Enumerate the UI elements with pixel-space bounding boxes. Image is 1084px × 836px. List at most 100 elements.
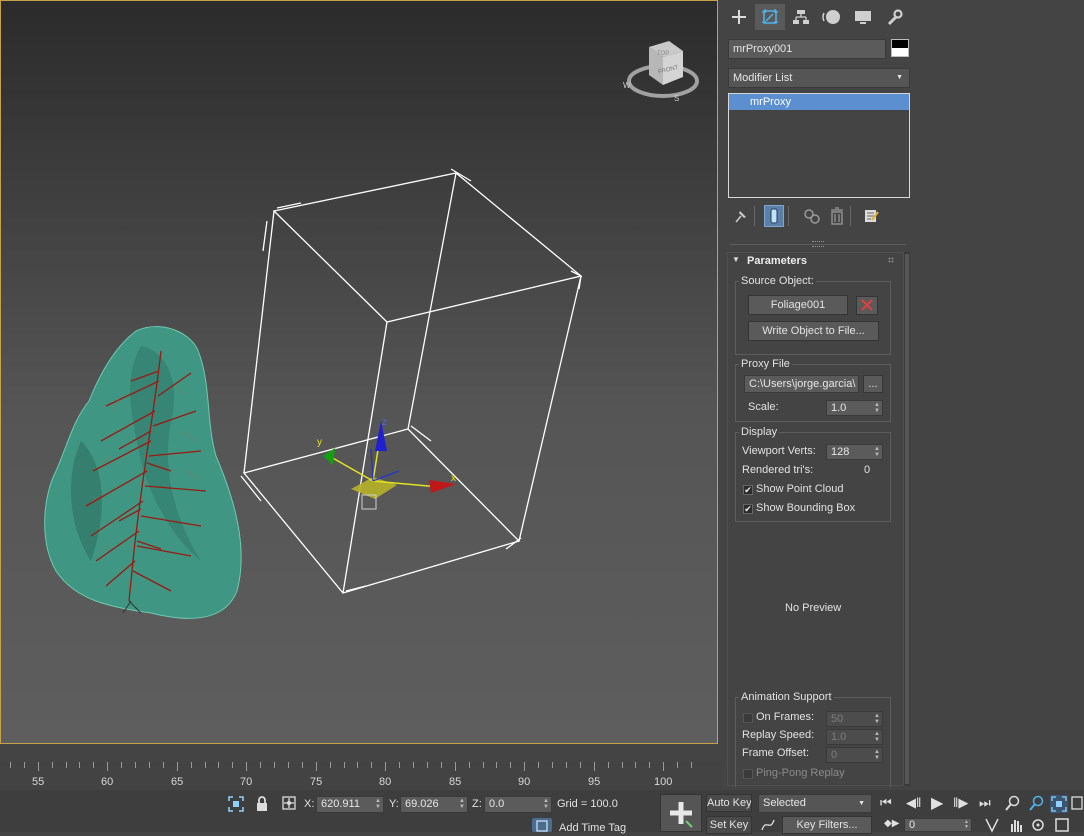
replay-speed-spinner[interactable]: 1.0 ▲ ▼ (826, 729, 883, 745)
source-object-button[interactable]: Foliage001 (748, 295, 848, 315)
mrproxy-bounding-box[interactable] (240, 168, 583, 594)
viewport-verts-value: 128 (831, 446, 850, 458)
show-end-result-button[interactable] (764, 205, 784, 227)
modifier-stack[interactable]: mrProxy (728, 93, 910, 198)
timeline-tick (9, 762, 11, 768)
timeline-tick (593, 762, 595, 771)
isolate-selection-button[interactable] (228, 796, 244, 812)
rollout-drag-handle-icon[interactable] (888, 257, 894, 263)
y-coord-spinner[interactable]: 69.026 ▲ ▼ (400, 796, 468, 813)
current-frame-spinner[interactable]: 0 ▲ ▼ (904, 818, 972, 832)
modifier-list-dropdown[interactable]: Modifier List ▼ (728, 68, 910, 88)
make-unique-icon (804, 209, 820, 224)
on-frames-checkbox[interactable] (743, 713, 753, 723)
timeline-tick (135, 762, 136, 768)
timeline-tick (454, 762, 456, 771)
absolute-mode-icon (282, 796, 296, 810)
viewcube[interactable]: TOP FRONT W S (623, 41, 699, 103)
timeline-ruler[interactable]: 55 60 65 70 75 80 85 90 95 100 (0, 762, 722, 790)
selection-lock-button[interactable] (255, 796, 269, 812)
y-coord-value: 69.026 (405, 798, 439, 810)
stack-item-mrproxy[interactable]: mrProxy (729, 94, 909, 110)
browse-proxy-file-button[interactable]: ... (863, 375, 883, 393)
zoom-button[interactable] (1005, 795, 1021, 811)
wrench-icon (887, 9, 903, 26)
maximize-viewport-icon (1055, 818, 1069, 832)
on-frames-spinner[interactable]: 50 ▲ ▼ (826, 711, 883, 727)
ping-pong-checkbox[interactable] (743, 769, 753, 779)
frame-offset-label: Frame Offset: (742, 747, 810, 759)
scale-spinner[interactable]: 1.0 ▲ ▼ (826, 400, 883, 416)
z-coord-spinner[interactable]: 0.0 ▲ ▼ (484, 796, 552, 813)
orbit-button[interactable] (1030, 817, 1046, 833)
zoom-extents-button[interactable] (1050, 795, 1068, 813)
timeline-tick (426, 762, 428, 768)
object-name-field[interactable]: mrProxy001 (728, 39, 886, 59)
utilities-tab[interactable] (879, 4, 909, 30)
modify-tab[interactable] (755, 4, 785, 30)
create-tab[interactable] (724, 4, 754, 30)
close-icon (861, 299, 873, 311)
transform-type-in-button[interactable] (281, 795, 297, 811)
x-coord-spinner[interactable]: 620.911 ▲ ▼ (316, 796, 384, 813)
foliage-object[interactable] (44, 326, 242, 619)
pan-view-button[interactable] (1008, 817, 1024, 833)
timeline-tick (440, 762, 442, 768)
splitter-handle[interactable] (812, 241, 824, 247)
zoom-extents-all-button[interactable] (1070, 795, 1084, 811)
timeline-tick (190, 762, 192, 768)
timeline-tick (162, 762, 164, 768)
go-to-end-icon[interactable]: ⏭ (979, 795, 991, 811)
field-of-view-button[interactable] (984, 817, 1000, 833)
set-key-button[interactable]: Set Key (706, 816, 752, 834)
frame-offset-spinner[interactable]: 0 ▲ ▼ (826, 747, 883, 763)
z-coord-value: 0.0 (489, 798, 505, 810)
perspective-viewport[interactable]: y z x TOP FRONT W S (0, 0, 718, 744)
x-coord-label: X: (304, 798, 315, 810)
configure-modifier-sets-button[interactable] (862, 206, 880, 226)
key-tangent-button[interactable] (760, 818, 776, 832)
display-tab[interactable] (848, 4, 878, 30)
rollout-title[interactable]: Parameters (747, 255, 807, 267)
timeline-tick (649, 762, 651, 768)
auto-key-button[interactable]: Auto Key (706, 794, 752, 812)
key-mode-toggle-icon[interactable]: ◆▶ (884, 818, 899, 829)
timeline-tick (218, 762, 220, 768)
set-keys-button[interactable] (660, 794, 702, 832)
move-gizmo[interactable]: y z x (317, 417, 456, 510)
timeline-tick (552, 762, 553, 768)
timeline-tick (663, 762, 665, 771)
zoom-extents-icon (1051, 796, 1067, 812)
motion-tab[interactable] (817, 4, 847, 30)
pin-stack-button[interactable] (732, 206, 750, 226)
remove-modifier-button[interactable] (828, 206, 846, 226)
rollout-scrollbar[interactable] (904, 252, 910, 786)
make-unique-button[interactable] (802, 206, 822, 226)
timeline-tick (287, 762, 289, 768)
show-bounding-box-checkbox[interactable]: ✔ (743, 504, 753, 514)
object-color-swatch[interactable] (891, 39, 909, 57)
next-frame-icon[interactable]: ‖▶ (953, 795, 968, 811)
toolbar-separator (754, 206, 755, 226)
previous-frame-icon[interactable]: ◀‖ (906, 795, 921, 811)
timeline-tick (23, 762, 25, 768)
add-time-tag-button[interactable] (532, 818, 552, 832)
plus-icon (732, 10, 746, 24)
play-icon[interactable]: ▶ (931, 793, 943, 813)
zoom-all-button[interactable] (1028, 795, 1044, 811)
timeline-tick (79, 762, 81, 768)
write-object-button[interactable]: Write Object to File... (748, 321, 879, 341)
show-point-cloud-checkbox[interactable]: ✔ (743, 485, 753, 495)
key-mode-dropdown[interactable]: Selected ▼ (758, 794, 872, 813)
rendered-tris-value: 0 (864, 464, 871, 476)
go-to-start-icon[interactable]: ⏮ (880, 795, 892, 811)
clear-source-button[interactable] (856, 296, 878, 315)
maximize-viewport-button[interactable] (1054, 817, 1070, 833)
show-end-result-icon (770, 208, 778, 224)
hierarchy-tab[interactable] (786, 4, 816, 30)
viewport-verts-spinner[interactable]: 128 ▲ ▼ (826, 444, 883, 460)
timeline-label: 75 (310, 776, 323, 788)
proxy-file-path-field[interactable]: C:\Users\jorge.garcia\ (744, 375, 859, 393)
key-filters-button[interactable]: Key Filters... (782, 816, 872, 834)
collapse-triangle-icon[interactable]: ▼ (732, 255, 740, 264)
